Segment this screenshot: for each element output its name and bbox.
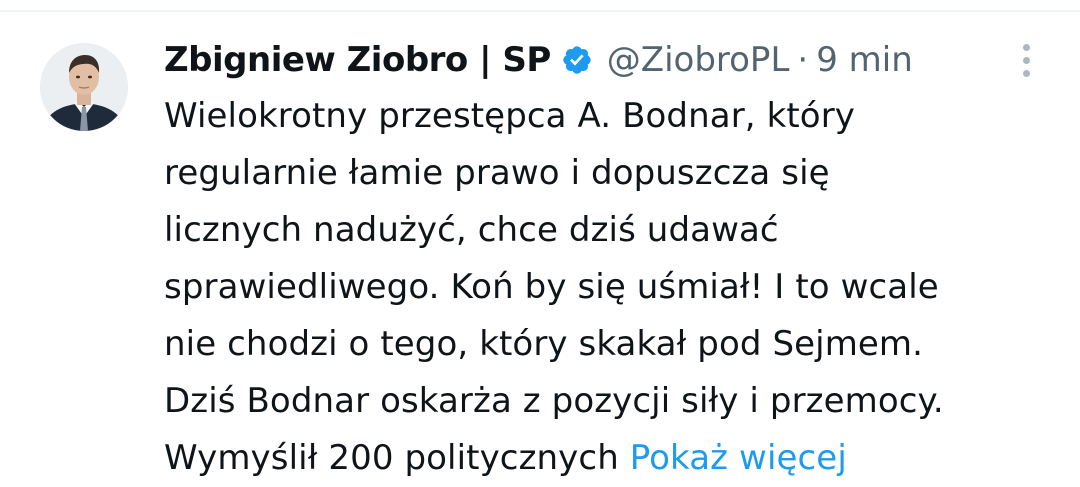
verified-badge-icon[interactable] <box>561 44 593 76</box>
tweet-text-line: regularnie łamie prawo i dopuszcza się <box>164 153 830 193</box>
tweet-card[interactable]: Zbigniew Ziobro | SP @ZiobroPL · 9 min W… <box>0 12 1080 478</box>
avatar[interactable] <box>40 43 128 131</box>
tweet-text-line: licznych nadużyć, chce dziś udawać <box>164 210 779 250</box>
menu-dot <box>1022 56 1030 64</box>
tweet-timestamp[interactable]: 9 min <box>816 38 913 82</box>
profile-photo-avatar <box>40 43 128 131</box>
tweet-header: Zbigniew Ziobro | SP @ZiobroPL · 9 min <box>164 34 913 86</box>
show-more-link[interactable]: Pokaż więcej <box>630 438 847 478</box>
author-display-name[interactable]: Zbigniew Ziobro | SP <box>164 38 551 82</box>
author-handle[interactable]: @ZiobroPL <box>607 38 790 82</box>
menu-dot <box>1022 69 1030 77</box>
tweet-text: Wielokrotny przestępca A. Bodnar, który … <box>164 88 1064 487</box>
tweet-text-line: Wymyślił 200 politycznych <box>164 438 630 478</box>
tweet-text-line: Dziś Bodnar oskarża z pozycji siły i prz… <box>164 381 944 421</box>
tweet-text-last-line: Wymyślił 200 politycznych Pokaż więcej <box>164 430 1064 487</box>
tweet-text-line: nie chodzi o tego, który skakał pod Sejm… <box>164 324 924 364</box>
tweet-text-line: sprawiedliwego. Koń by się uśmiał! I to … <box>164 267 939 307</box>
more-vertical-icon[interactable] <box>1008 42 1044 78</box>
tweet-text-line: Wielokrotny przestępca A. Bodnar, który <box>164 96 856 136</box>
menu-dot <box>1022 43 1030 51</box>
header-separator: · <box>797 40 809 80</box>
